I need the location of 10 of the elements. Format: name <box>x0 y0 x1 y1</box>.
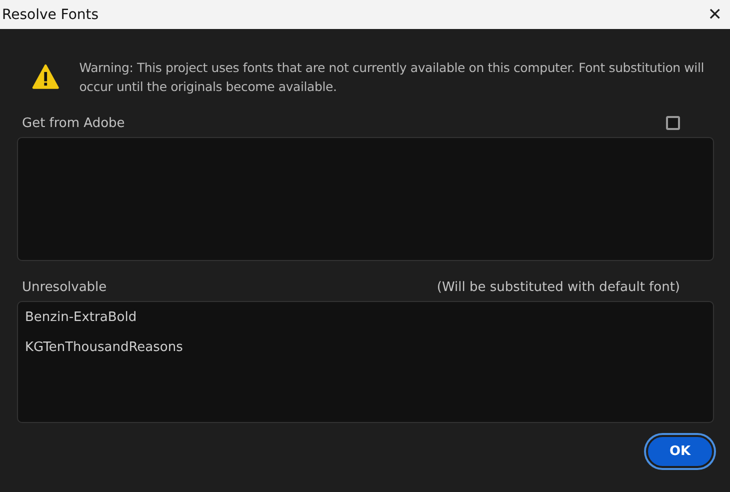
font-name[interactable]: KGTenThousandReasons <box>25 338 706 368</box>
window-title: Resolve Fonts <box>1 6 99 22</box>
ok-button[interactable]: OK <box>646 435 714 468</box>
section-label: Get from Adobe <box>22 116 125 130</box>
warning-message: Warning: This project uses fonts that are not currently available on this computer. Font substitution will occur until the originals become available. <box>79 59 705 96</box>
section-label: Unresolvable <box>22 280 107 294</box>
font-name[interactable]: Benzin-ExtraBold <box>25 308 706 338</box>
checkbox[interactable] <box>666 116 680 130</box>
close-button[interactable]: ✕ <box>700 4 730 24</box>
section-note: (Will be substituted with default font) <box>436 280 680 294</box>
